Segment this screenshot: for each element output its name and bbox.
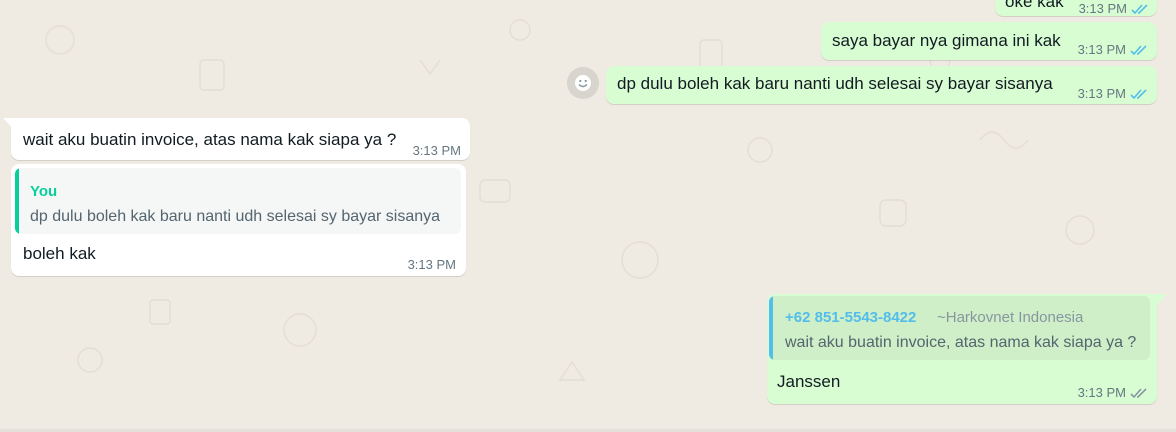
message-meta: 3:13 PM <box>413 140 461 162</box>
message-time: 3:13 PM <box>1077 42 1126 57</box>
message-meta: 3:13 PM <box>1078 39 1148 61</box>
message-time: 3:13 PM <box>1078 1 1127 16</box>
quoted-pushname: ~Harkovnet Indonesia <box>937 309 1084 326</box>
message-text: Janssen <box>777 372 841 391</box>
quoted-text: wait aku buatin invoice, atas nama kak s… <box>785 334 1137 351</box>
quoted-author: +62 851-5543-8422 <box>785 309 917 326</box>
message-meta: 3:13 PM <box>1078 382 1148 404</box>
double-check-icon <box>1130 89 1147 100</box>
message-bubble-outgoing[interactable]: dp dulu boleh kak baru nanti udh selesai… <box>606 66 1157 104</box>
message-meta: 3:13 PM <box>408 254 456 276</box>
message-text: boleh kak <box>23 244 96 263</box>
react-button[interactable] <box>567 67 599 99</box>
message-text: wait aku buatin invoice, atas nama kak s… <box>23 130 397 149</box>
message-time: 3:13 PM <box>1077 86 1126 101</box>
message-bubble-incoming[interactable]: wait aku buatin invoice, atas nama kak s… <box>11 118 470 160</box>
double-check-icon <box>1130 45 1147 56</box>
quoted-message[interactable]: You dp dulu boleh kak baru nanti udh sel… <box>15 168 461 234</box>
quoted-author: You <box>30 183 58 200</box>
double-check-icon <box>1130 388 1147 399</box>
message-text: oke kak <box>1005 0 1064 11</box>
message-bubble-outgoing[interactable]: oke kak 3:13 PM <box>995 0 1157 16</box>
message-time: 3:13 PM <box>412 143 461 158</box>
message-meta: 3:13 PM <box>1078 83 1148 105</box>
message-bubble-outgoing[interactable]: +62 851-5543-8422 ~Harkovnet Indonesia w… <box>767 294 1157 404</box>
quoted-message[interactable]: +62 851-5543-8422 ~Harkovnet Indonesia w… <box>769 296 1150 360</box>
message-text: saya bayar nya gimana ini kak <box>832 31 1061 50</box>
message-time: 3:13 PM <box>1077 385 1126 400</box>
emoji-icon <box>575 75 591 91</box>
message-time: 3:13 PM <box>407 257 456 272</box>
message-text: dp dulu boleh kak baru nanti udh selesai… <box>617 74 1053 93</box>
message-bubble-outgoing[interactable]: saya bayar nya gimana ini kak 3:13 PM <box>821 22 1157 60</box>
message-bubble-incoming[interactable]: You dp dulu boleh kak baru nanti udh sel… <box>11 164 466 276</box>
message-meta: 3:13 PM <box>1079 0 1149 20</box>
quoted-text: dp dulu boleh kak baru nanti udh selesai… <box>30 208 441 225</box>
double-check-icon <box>1131 4 1148 15</box>
